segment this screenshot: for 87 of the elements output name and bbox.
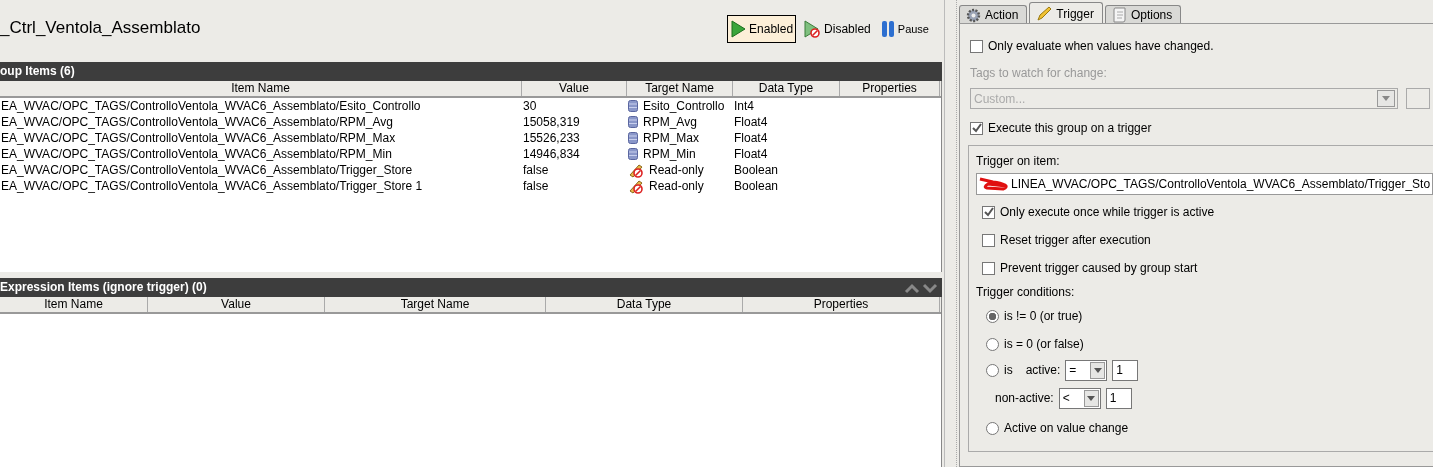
table-cell-text: Float4 <box>733 130 769 146</box>
enabled-button[interactable]: Enabled <box>727 15 797 43</box>
checkbox-label: Only evaluate when values have changed. <box>988 38 1214 55</box>
database-icon <box>628 132 638 144</box>
table-cell: Read-only <box>648 178 704 194</box>
column-header[interactable]: Properties <box>840 81 940 96</box>
field-label: non-active: <box>995 390 1054 407</box>
pause-button[interactable]: Pause <box>877 15 932 43</box>
field-label: Trigger on item: <box>976 153 1061 170</box>
table-cell: RPM_Avg <box>642 114 697 130</box>
table-cell-text: 30 <box>522 98 538 114</box>
tab[interactable]: Trigger <box>1029 2 1103 23</box>
table-cell-text: EA_WVAC/OPC_TAGS/ControlloVentola_WVAC6_Assemblato/Esito_Controllo <box>0 98 422 114</box>
dropdown-arrow-icon <box>1382 96 1390 101</box>
column-header[interactable]: Value <box>522 81 627 96</box>
gear-icon <box>966 7 981 23</box>
tab[interactable]: Options <box>1104 5 1182 23</box>
table-cell-text: EA_WVAC/OPC_TAGS/ControlloVentola_WVAC6_Assemblato/Trigger_Store 1 <box>0 178 424 194</box>
table-cell-text: false <box>522 178 550 194</box>
radio-label: is <box>1004 362 1013 379</box>
radio-button[interactable] <box>986 309 999 323</box>
operator-dropdown[interactable]: = <box>1065 359 1108 381</box>
table-cell: Esito_Controllo <box>642 98 725 114</box>
table-cell-text: false <box>522 162 550 178</box>
scribble-mark <box>979 177 1009 191</box>
table-cell-text: Float4 <box>733 114 769 130</box>
pencil-icon <box>1036 5 1053 22</box>
dropdown-arrow-icon <box>1093 367 1102 373</box>
pause-icon <box>880 20 895 38</box>
field-label: Tags to watch for change: <box>970 65 1108 82</box>
table-cell-text: 15058,319 <box>522 114 581 130</box>
section-title: Expression Items (ignore trigger) (0) <box>0 279 207 296</box>
table-cell-text: EA_WVAC/OPC_TAGS/ControlloVentola_WVAC6_Assemblato/RPM_Max <box>0 130 397 146</box>
table-cell-text: Boolean <box>733 162 780 178</box>
radio-label: is = 0 (or false) <box>1004 336 1084 353</box>
checkbox-label: Reset trigger after execution <box>1000 232 1151 249</box>
database-icon <box>628 116 638 128</box>
table-cell: Read-only <box>648 162 704 178</box>
checkbox[interactable] <box>970 121 983 135</box>
operator-dropdown[interactable]: < <box>1058 387 1101 409</box>
table-cell-text: EA_WVAC/OPC_TAGS/ControlloVentola_WVAC6_Assemblato/RPM_Min <box>0 146 393 162</box>
checkbox[interactable] <box>982 205 995 219</box>
splitter-handle[interactable] <box>944 0 957 467</box>
column-header[interactable]: Value <box>148 297 325 312</box>
column-header[interactable]: Target Name <box>627 81 733 96</box>
number-field[interactable]: 1 <box>1112 359 1139 381</box>
page-icon <box>1111 7 1127 23</box>
column-header[interactable]: Item Name <box>0 297 148 312</box>
play-icon <box>730 20 747 38</box>
field-label: Trigger conditions: <box>976 284 1076 301</box>
column-header[interactable]: Data Type <box>546 297 743 312</box>
table-cell-text: EA_WVAC/OPC_TAGS/ControlloVentola_WVAC6_Assemblato/RPM_Avg <box>0 114 394 130</box>
section-title: oup Items (6) <box>0 63 75 80</box>
column-header[interactable]: Properties <box>743 297 940 312</box>
table-cell-text: 15526,233 <box>522 130 581 146</box>
table-cell: RPM_Min <box>642 146 696 162</box>
table-cell-text: EA_WVAC/OPC_TAGS/ControlloVentola_WVAC6_Assemblato/Trigger_Store <box>0 162 414 178</box>
number-field[interactable]: 1 <box>1105 387 1132 409</box>
radio-button[interactable] <box>986 421 999 435</box>
group-title: _Ctrl_Ventola_Assemblato <box>0 17 201 39</box>
database-icon <box>628 100 638 112</box>
pencil-blocked-icon <box>628 178 644 194</box>
checkbox-label: Only execute once while trigger is active <box>1000 204 1215 221</box>
dropdown-arrow-icon <box>1087 395 1096 401</box>
radio-label: Active on value change <box>1004 420 1129 437</box>
checkbox[interactable] <box>982 261 995 275</box>
table-cell: RPM_Max <box>642 130 699 146</box>
table-cell-text: Float4 <box>733 146 769 162</box>
column-header[interactable]: Item Name <box>0 81 522 96</box>
checkbox-label: Execute this group on a trigger <box>988 120 1152 137</box>
pencil-blocked-icon <box>628 162 644 178</box>
radio-button[interactable] <box>986 363 999 377</box>
checkbox-label: Prevent trigger caused by group start <box>1000 260 1198 277</box>
play-blocked-icon <box>803 20 822 38</box>
checkbox[interactable] <box>982 233 995 247</box>
database-icon <box>628 148 638 160</box>
table-cell-text: 14946,834 <box>522 146 581 162</box>
field-label: active: <box>1025 362 1061 379</box>
table-cell-text: Boolean <box>733 178 780 194</box>
column-header[interactable]: Target Name <box>325 297 546 312</box>
column-header[interactable]: Data Type <box>733 81 840 96</box>
table-cell-text: Int4 <box>733 98 755 114</box>
radio-button[interactable] <box>986 337 999 351</box>
radio-label: is != 0 (or true) <box>1004 308 1083 325</box>
tab[interactable]: Action <box>959 5 1028 23</box>
checkbox[interactable] <box>970 39 983 53</box>
input-field[interactable]: LINEA_WVAC/OPC_TAGS/ControlloVentola_WVAC6_Assemblato/Trigger_Sto <box>976 173 1433 195</box>
